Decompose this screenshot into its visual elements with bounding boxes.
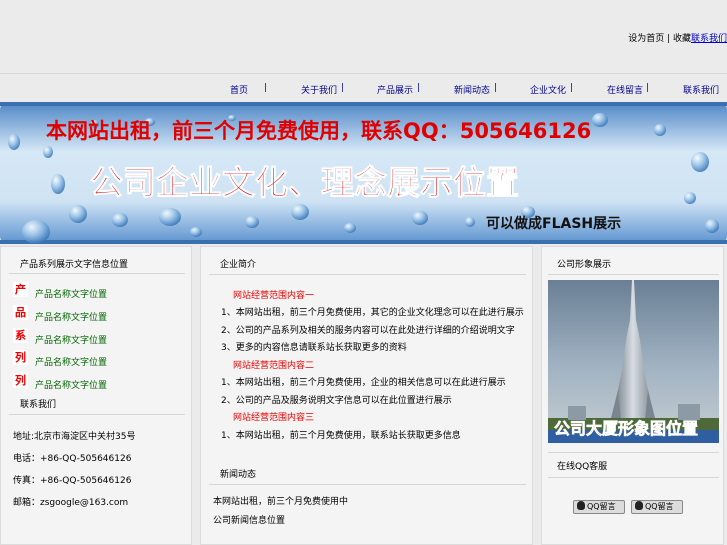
intro-line: 1、本网站出租，前三个月免费使用，联系站长获取更多信息	[221, 431, 461, 441]
intro-heading-3: 网站经营范围内容三	[233, 413, 315, 423]
intro-line: 2、公司的产品系列及相关的服务内容可以在此处进行详细的介绍说明文字	[221, 326, 515, 336]
center-panel: 企业简介 网站经营范围内容一 1、本网站出租，前三个月免费使用，其它的企业文化理…	[200, 246, 533, 545]
contact-email[interactable]: 邮箱：zsgoogle@163.com	[13, 495, 128, 508]
banner-graphic: 本网站出租，前三个月免费使用，联系QQ：505646126 公司企业文化、理念展…	[0, 102, 727, 244]
product-link[interactable]: 产品名称文字位置	[35, 355, 107, 368]
qq-service-title: 在线QQ客服	[557, 462, 608, 472]
top-text: 设为首页 | 收藏	[628, 34, 691, 44]
qq-penguin-icon	[577, 501, 585, 510]
news-title: 新闻动态	[220, 470, 257, 480]
product-char: 列	[13, 373, 28, 388]
qq-message-button[interactable]: QQ留言	[631, 500, 683, 514]
product-char: 列	[13, 350, 28, 365]
nav-item-news[interactable]: 新闻动态	[454, 83, 490, 96]
nav-separator: |	[417, 83, 421, 93]
top-links: 设为首页 | 收藏联系我们	[628, 31, 727, 44]
image-caption: 公司大厦形象图位置	[554, 419, 698, 438]
product-link[interactable]: 产品名称文字位置	[35, 287, 107, 300]
banner-line3: 可以做成FLASH展示	[486, 215, 621, 232]
news-item[interactable]: 公司新闻信息位置	[213, 513, 285, 526]
banner-line1: 本网站出租，前三个月免费使用，联系QQ：505646126	[46, 119, 591, 143]
banner: 本网站出租，前三个月免费使用，联系QQ：505646126 公司企业文化、理念展…	[0, 102, 727, 244]
nav-separator: |	[646, 83, 650, 93]
intro-line: 3、更多的内容信息请联系站长获取更多的资料	[221, 343, 407, 353]
product-link[interactable]: 产品名称文字位置	[35, 378, 107, 391]
right-panel: 公司形象展示 公司大厦形象图位置 在线QQ客服 QQ留言 QQ留言	[541, 246, 724, 545]
company-image-title: 公司形象展示	[557, 260, 612, 270]
intro-line: 2、公司的产品及服务说明文字信息可以在此位置进行展示	[221, 396, 452, 406]
product-char: 产	[13, 282, 28, 297]
nav-separator: |	[570, 83, 574, 93]
company-intro-title: 企业简介	[220, 260, 257, 270]
intro-line: 1、本网站出租，前三个月免费使用，企业的相关信息可以在此进行展示	[221, 378, 506, 388]
nav-item-message[interactable]: 在线留言	[607, 83, 643, 96]
nav-separator: |	[494, 83, 498, 93]
nav-separator: |	[264, 83, 268, 93]
divider	[209, 484, 526, 485]
divider	[9, 414, 185, 415]
main-nav: 首页 | 关于我们 | 产品展示 | 新闻动态 | 企业文化 | 在线留言 | …	[0, 74, 727, 102]
qq-message-button[interactable]: QQ留言	[573, 500, 625, 514]
divider	[548, 452, 719, 453]
intro-heading-2: 网站经营范围内容二	[233, 361, 315, 371]
product-series-title: 产品系列展示文字信息位置	[20, 260, 129, 270]
product-char: 系	[13, 328, 28, 343]
intro-heading-1: 网站经营范围内容一	[233, 291, 315, 301]
nav-item-about[interactable]: 关于我们	[301, 83, 337, 96]
contact-phone: 电话：+86-QQ-505646126	[13, 454, 132, 464]
divider	[9, 273, 185, 274]
product-link[interactable]: 产品名称文字位置	[35, 310, 107, 323]
nav-item-products[interactable]: 产品展示	[377, 83, 413, 96]
nav-item-contact[interactable]: 联系我们	[683, 83, 719, 96]
qq-button-label: QQ留言	[645, 502, 674, 511]
nav-separator: |	[341, 83, 345, 93]
qq-penguin-icon	[635, 501, 643, 510]
news-item[interactable]: 本网站出租，前三个月免费使用中	[213, 494, 348, 507]
contact-address: 地址:北京市海淀区中关村35号	[13, 432, 136, 442]
nav-item-home[interactable]: 首页	[230, 83, 248, 96]
nav-item-culture[interactable]: 企业文化	[530, 83, 566, 96]
product-char: 品	[13, 305, 28, 320]
contact-title: 联系我们	[20, 400, 57, 410]
top-bar	[0, 0, 727, 73]
left-panel: 产品系列展示文字信息位置 产 产品名称文字位置 品 产品名称文字位置 系 产品名…	[0, 246, 192, 545]
product-link[interactable]: 产品名称文字位置	[35, 333, 107, 346]
divider	[209, 274, 526, 275]
divider	[548, 477, 719, 478]
top-link[interactable]: 联系我们	[691, 34, 727, 44]
banner-line2: 公司企业文化、理念展示位置	[90, 163, 519, 202]
qq-button-label: QQ留言	[587, 502, 616, 511]
building-image: 公司大厦形象图位置	[548, 280, 719, 443]
contact-fax: 传真：+86-QQ-505646126	[13, 476, 132, 486]
intro-line: 1、本网站出租，前三个月免费使用，其它的企业文化理念可以在此进行展示	[221, 308, 524, 318]
divider	[548, 274, 719, 275]
